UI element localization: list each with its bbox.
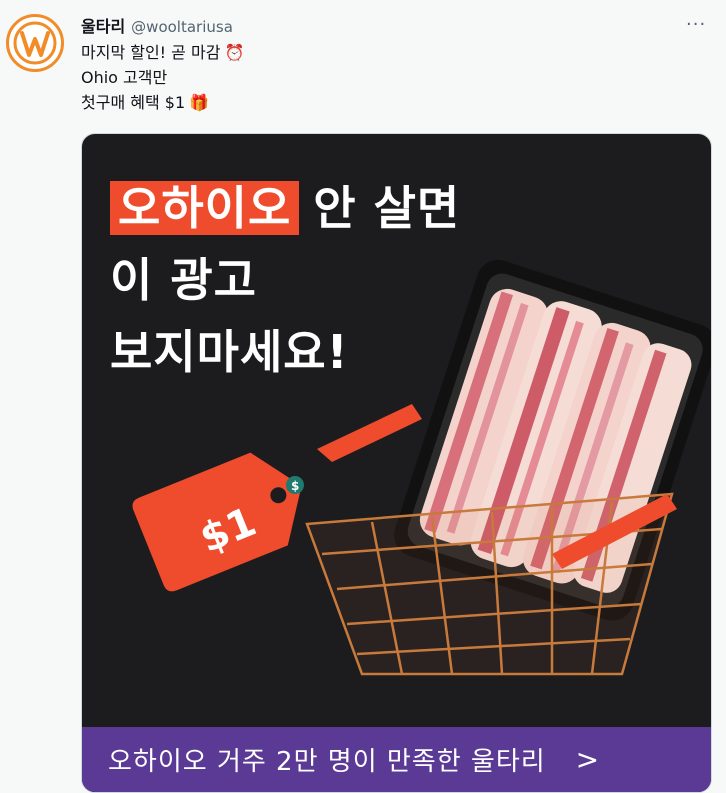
tweet-line-text: 첫구매 혜택 $1 [81,93,186,112]
ad-image[interactable]: $ $1 오하이오 안 살면 이 광고 보지마세요! 오하이오 거주 2만 명이… [81,133,712,793]
tweet-text: 마지막 할인! 곧 마감 ⏰ Ohio 고객만 첫구매 혜택 $1 🎁 [81,40,244,115]
headline-line-1: 오하이오 안 살면 [110,178,460,238]
brand-logo-icon [13,21,57,65]
headline-line-3: 보지마세요! [110,325,349,379]
tweet-header: 울타리 @wooltariusa [81,13,233,37]
avatar[interactable] [6,14,64,72]
headline-line-2: 이 광고 [110,253,257,307]
alarm-clock-icon: ⏰ [224,43,245,62]
display-name[interactable]: 울타리 [81,13,125,37]
gift-icon: 🎁 [189,93,210,112]
ad-headline: 오하이오 안 살면 이 광고 보지마세요! [110,178,460,394]
tweet-line-text: Ohio 고객만 [81,68,168,87]
cta-text: 오하이오 거주 2만 명이 만족한 울타리 [108,747,546,777]
more-options-icon[interactable]: ··· [686,14,706,35]
user-handle[interactable]: @wooltariusa [131,18,233,36]
tweet-line: 첫구매 혜택 $1 🎁 [81,90,244,115]
tweet-line: Ohio 고객만 [81,65,244,90]
price-tag-symbol: $ [291,479,299,493]
chevron-right-icon: > [575,743,601,776]
tweet-line-text: 마지막 할인! 곧 마감 [81,43,221,62]
headline-rest: 안 살면 [313,181,461,235]
tweet-line: 마지막 할인! 곧 마감 ⏰ [81,40,244,65]
ad-cta-banner[interactable]: 오하이오 거주 2만 명이 만족한 울타리 > [82,727,711,792]
tweet[interactable]: 울타리 @wooltariusa ··· 마지막 할인! 곧 마감 ⏰ Ohio… [0,0,726,793]
headline-accent: 오하이오 [110,181,300,235]
